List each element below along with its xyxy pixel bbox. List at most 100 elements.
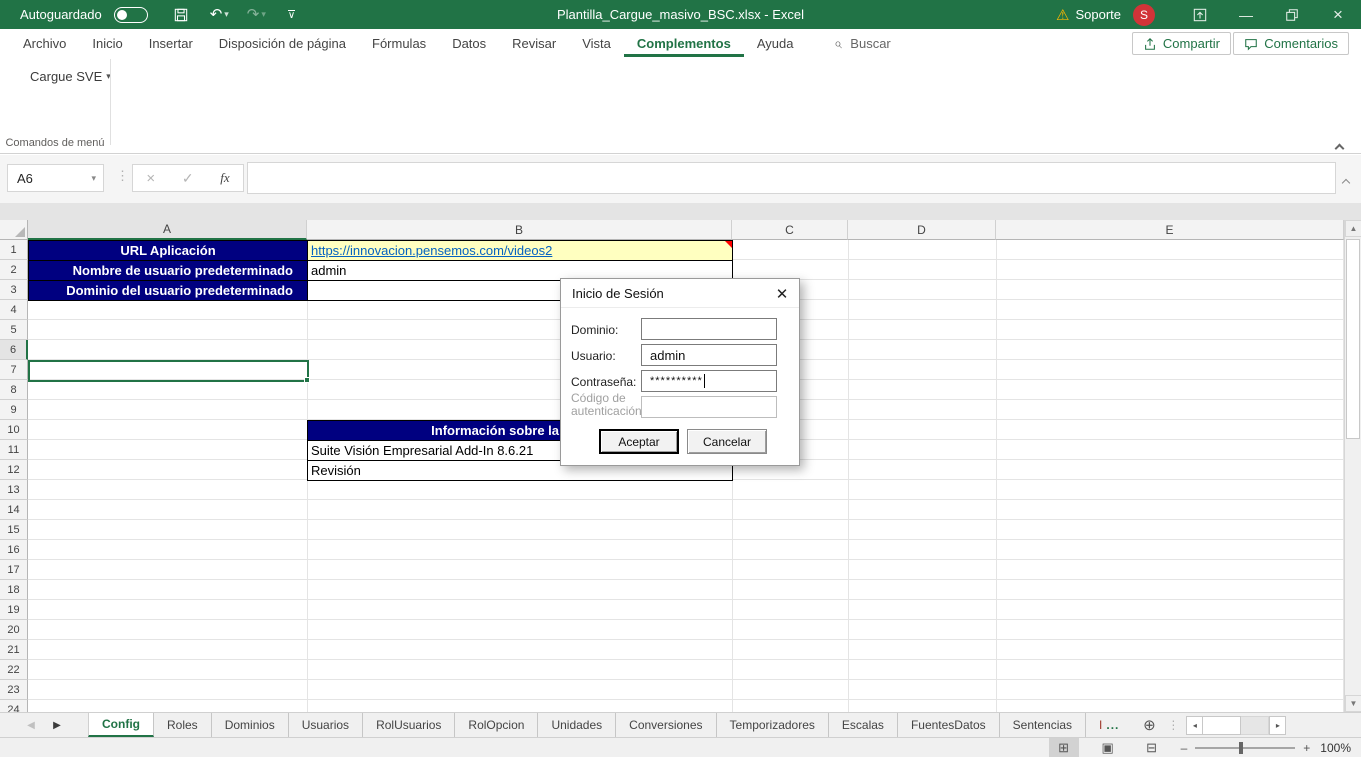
sheet-tab-fuentesdatos[interactable]: FuentesDatos: [898, 713, 1000, 737]
row-header-24[interactable]: 24: [0, 700, 28, 712]
formula-input[interactable]: [247, 162, 1336, 194]
domain-field[interactable]: [641, 318, 777, 340]
column-header-a[interactable]: A: [28, 220, 307, 240]
tab-datos[interactable]: Datos: [439, 29, 499, 57]
tab-archivo[interactable]: Archivo: [10, 29, 79, 57]
zoom-in-icon[interactable]: +: [1303, 741, 1310, 755]
row-header-14[interactable]: 14: [0, 500, 28, 520]
row-header-11[interactable]: 11: [0, 440, 28, 460]
name-box[interactable]: A6 ▾: [7, 164, 104, 192]
avatar[interactable]: S: [1133, 4, 1155, 26]
sheet-tab-conversiones[interactable]: Conversiones: [616, 713, 716, 737]
scroll-left-icon[interactable]: ◂: [1186, 716, 1203, 735]
save-icon[interactable]: [174, 8, 188, 22]
autosave-toggle[interactable]: [114, 7, 148, 23]
tab-revisar[interactable]: Revisar: [499, 29, 569, 57]
selected-cell-a6[interactable]: [28, 360, 309, 382]
sheet-tab-dominios[interactable]: Dominios: [212, 713, 289, 737]
sheet-tab-unidades[interactable]: Unidades: [538, 713, 616, 737]
enter-entry-icon[interactable]: ✓: [182, 170, 194, 187]
view-page-layout-icon[interactable]: ▣: [1093, 738, 1123, 757]
horizontal-scrollbar-thumb[interactable]: [1203, 716, 1241, 735]
row-header-13[interactable]: 13: [0, 480, 28, 500]
scroll-right-icon[interactable]: ▸: [1269, 716, 1286, 735]
row-header-3[interactable]: 3: [0, 280, 28, 300]
cell-b1-link[interactable]: https://innovacion.pensemos.com/videos2: [308, 243, 552, 258]
sheet-tab-rolusuarios[interactable]: RolUsuarios: [363, 713, 455, 737]
cell-a2[interactable]: Nombre de usuario predeterminado: [28, 260, 308, 281]
scroll-down-icon[interactable]: ▼: [1345, 695, 1361, 712]
vertical-scrollbar-thumb[interactable]: [1346, 239, 1360, 439]
search-input[interactable]: ⌕ Buscar: [834, 35, 890, 52]
sheet-tab-config[interactable]: Config: [88, 713, 154, 737]
tab-scroll-right-icon[interactable]: ▶: [44, 713, 70, 737]
warning-icon[interactable]: ⚠: [1056, 6, 1069, 24]
column-header-c[interactable]: C: [732, 220, 848, 240]
quick-access-customize-icon[interactable]: ∨: [288, 10, 295, 20]
tab-ayuda[interactable]: Ayuda: [744, 29, 807, 57]
view-normal-icon[interactable]: ⊞: [1049, 738, 1079, 757]
row-header-1[interactable]: 1: [0, 240, 28, 260]
sheet-tab-overflow[interactable]: I ...: [1086, 713, 1132, 737]
column-header-b[interactable]: B: [307, 220, 732, 240]
restore-button[interactable]: [1269, 0, 1315, 29]
horizontal-scrollbar[interactable]: ◂ ▸: [1186, 713, 1286, 737]
tab-insertar[interactable]: Insertar: [136, 29, 206, 57]
row-header-2[interactable]: 2: [0, 260, 28, 280]
zoom-slider[interactable]: [1195, 747, 1295, 749]
row-header-17[interactable]: 17: [0, 560, 28, 580]
sheet-tab-usuarios[interactable]: Usuarios: [289, 713, 363, 737]
column-header-d[interactable]: D: [848, 220, 996, 240]
row-header-7[interactable]: 7: [0, 360, 28, 380]
row-header-22[interactable]: 22: [0, 660, 28, 680]
comments-button[interactable]: Comentarios: [1233, 32, 1349, 55]
name-box-caret-icon[interactable]: ▾: [91, 173, 96, 184]
zoom-out-icon[interactable]: –: [1181, 741, 1188, 755]
row-header-21[interactable]: 21: [0, 640, 28, 660]
cell-b1[interactable]: https://innovacion.pensemos.com/videos2: [307, 240, 733, 261]
vertical-scrollbar[interactable]: ▲ ▼: [1344, 220, 1361, 712]
sheet-tab-escalas[interactable]: Escalas: [829, 713, 898, 737]
row-header-5[interactable]: 5: [0, 320, 28, 340]
dialog-title[interactable]: Inicio de Sesión: [561, 279, 799, 308]
row-header-16[interactable]: 16: [0, 540, 28, 560]
row-header-19[interactable]: 19: [0, 600, 28, 620]
cargue-sve-button[interactable]: Cargue SVE ▾: [22, 65, 119, 88]
tab-inicio[interactable]: Inicio: [79, 29, 135, 57]
sheet-tab-rolopcion[interactable]: RolOpcion: [455, 713, 538, 737]
row-header-15[interactable]: 15: [0, 520, 28, 540]
tab-vista[interactable]: Vista: [569, 29, 624, 57]
tab-disposicion[interactable]: Disposición de página: [206, 29, 359, 57]
close-button[interactable]: ×: [1315, 0, 1361, 29]
formula-bar-drag-handle[interactable]: ⋮: [116, 168, 130, 184]
cell-a3[interactable]: Dominio del usuario predeterminado: [28, 280, 308, 301]
support-label[interactable]: Soporte: [1075, 7, 1121, 22]
row-header-20[interactable]: 20: [0, 620, 28, 640]
user-field[interactable]: admin: [641, 344, 777, 366]
row-header-23[interactable]: 23: [0, 680, 28, 700]
cell-a1[interactable]: URL Aplicación: [28, 240, 308, 261]
row-header-6[interactable]: 6: [0, 340, 28, 360]
row-header-4[interactable]: 4: [0, 300, 28, 320]
dialog-close-icon[interactable]: ✕: [765, 279, 799, 308]
insert-function-icon[interactable]: fx: [220, 170, 229, 186]
row-header-8[interactable]: 8: [0, 380, 28, 400]
scroll-up-icon[interactable]: ▲: [1345, 220, 1361, 237]
cancel-entry-icon[interactable]: ×: [146, 170, 155, 187]
undo-icon[interactable]: ↶▾: [210, 7, 229, 22]
row-header-10[interactable]: 10: [0, 420, 28, 440]
row-header-18[interactable]: 18: [0, 580, 28, 600]
fill-handle[interactable]: [304, 377, 310, 383]
row-header-12[interactable]: 12: [0, 460, 28, 480]
minimize-button[interactable]: —: [1223, 0, 1269, 29]
select-all-corner[interactable]: [0, 220, 28, 240]
column-header-e[interactable]: E: [996, 220, 1344, 240]
share-button[interactable]: Compartir: [1132, 32, 1231, 55]
sheet-tab-sentencias[interactable]: Sentencias: [1000, 713, 1086, 737]
tab-complementos[interactable]: Complementos: [624, 29, 744, 57]
row-header-9[interactable]: 9: [0, 400, 28, 420]
formula-bar-expand-icon[interactable]: [1343, 173, 1349, 191]
zoom-level[interactable]: 100%: [1320, 741, 1351, 755]
sheet-tab-roles[interactable]: Roles: [154, 713, 212, 737]
tab-formulas[interactable]: Fórmulas: [359, 29, 439, 57]
